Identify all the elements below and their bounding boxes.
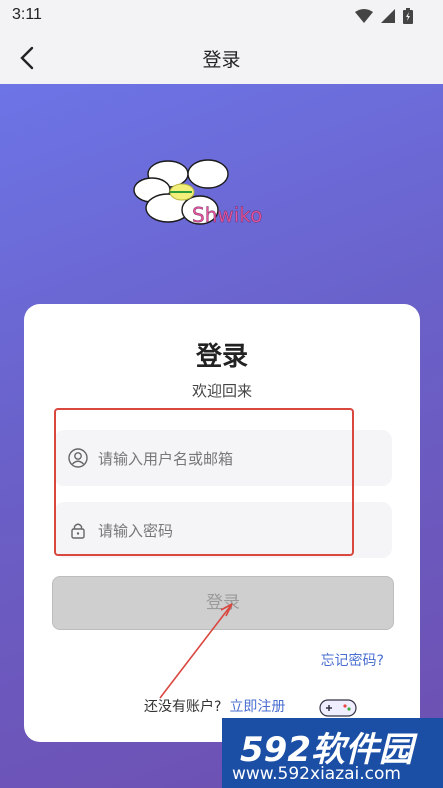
lock-icon <box>71 523 85 539</box>
logo-text: Shwiko <box>192 203 262 227</box>
status-icons <box>355 8 413 24</box>
forgot-password-link[interactable]: 忘记密码? <box>321 650 384 670</box>
login-button[interactable]: 登录 <box>52 576 394 630</box>
signal-icon <box>381 9 395 23</box>
register-row: 还没有账户? 立即注册 <box>144 696 285 716</box>
app-bar: 登录 <box>0 32 443 84</box>
no-account-label: 还没有账户? <box>144 699 222 715</box>
gamepad-icon <box>319 699 357 717</box>
username-input[interactable] <box>96 430 380 488</box>
app-logo: Shwiko <box>133 159 263 227</box>
status-bar: 3:11 <box>0 0 443 32</box>
password-input[interactable] <box>96 502 380 560</box>
status-time: 3:11 <box>12 6 42 23</box>
register-link[interactable]: 立即注册 <box>229 699 285 715</box>
card-title: 登录 <box>195 342 248 372</box>
watermark: 592软件园 www.592xiazai.com <box>222 718 443 788</box>
user-icon <box>68 448 88 468</box>
battery-icon <box>403 8 413 24</box>
login-card: 登录 欢迎回来 登录 忘记密码? 还没有账户? 立即注册 <box>24 304 420 742</box>
wifi-icon <box>355 9 373 23</box>
watermark-url: www.592xiazai.com <box>232 764 401 784</box>
password-field[interactable] <box>54 502 392 560</box>
username-field[interactable] <box>54 430 392 488</box>
card-subtitle: 欢迎回来 <box>191 382 252 400</box>
page-title: 登录 <box>202 49 241 71</box>
